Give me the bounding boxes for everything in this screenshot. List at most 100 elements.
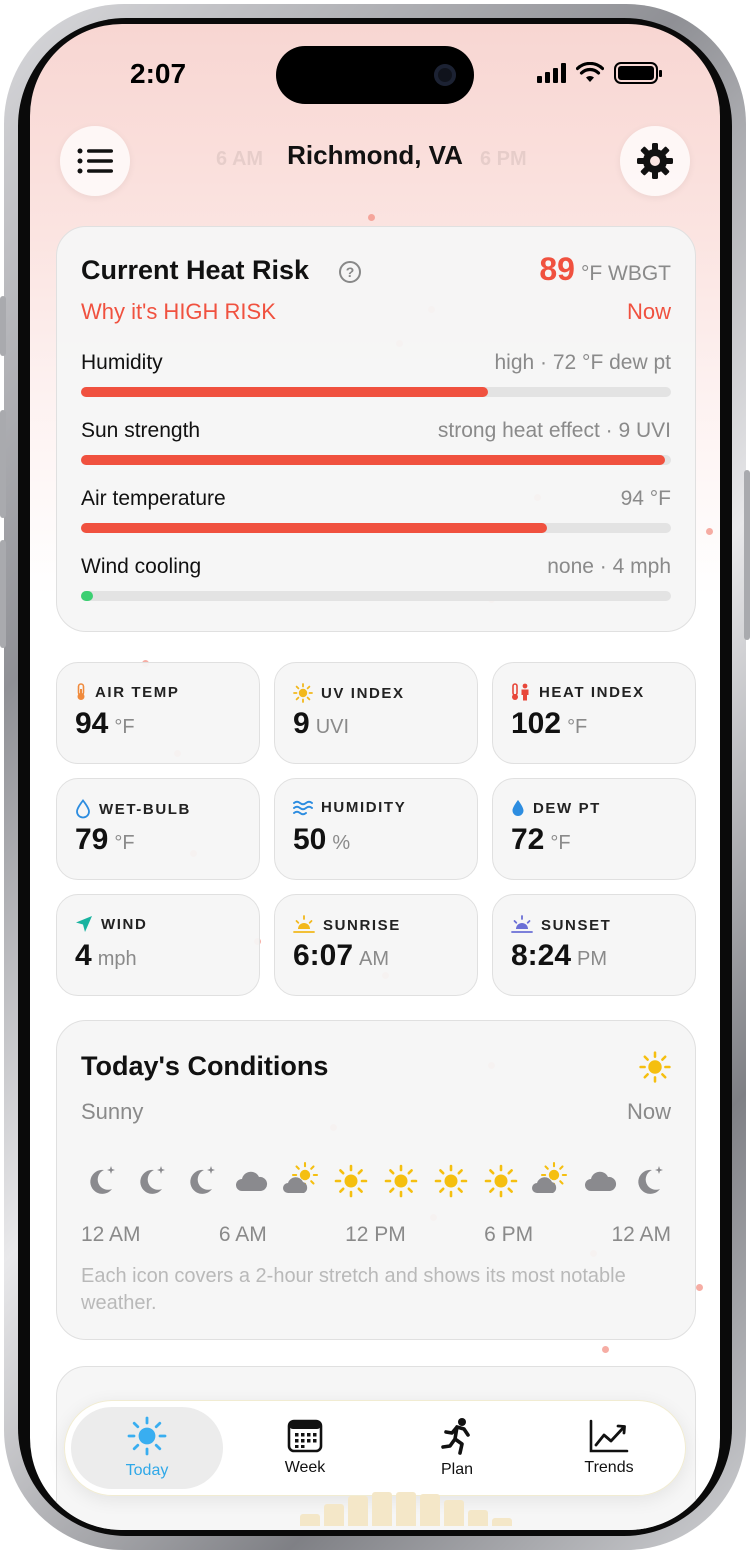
tab-bar: Today Week Plan Trends bbox=[64, 1400, 686, 1496]
tile-label: SUNSET bbox=[541, 916, 612, 934]
status-time: 2:07 bbox=[130, 58, 187, 89]
time-label: 12 AM bbox=[81, 1223, 141, 1246]
background-chart-ghost bbox=[300, 1492, 512, 1526]
metric-tile-humidity[interactable]: HUMIDITY 50% bbox=[274, 778, 478, 880]
heat-risk-card[interactable]: Current Heat Risk ? 89 °F WBGT Why it's … bbox=[56, 226, 696, 632]
dynamic-island bbox=[276, 46, 474, 104]
metric-tile-air-temp[interactable]: AIR TEMP 94 °F bbox=[56, 662, 260, 764]
moon-star-icon bbox=[627, 1161, 673, 1201]
cellular-signal-icon bbox=[537, 63, 566, 83]
sun-icon bbox=[378, 1161, 424, 1201]
sunset-icon bbox=[511, 915, 533, 933]
tab-plan[interactable]: Plan bbox=[381, 1401, 533, 1495]
factor-value: strong heat effect · 9 UVI bbox=[437, 419, 671, 442]
time-label: 12 PM bbox=[345, 1223, 406, 1246]
tab-label: Today bbox=[125, 1462, 169, 1479]
heat-risk-value: 89 °F WBGT bbox=[539, 251, 671, 288]
metric-tile-sunset[interactable]: SUNSET 8:24 PM bbox=[492, 894, 696, 996]
heat-particle bbox=[602, 1346, 609, 1353]
trend-chart-icon bbox=[589, 1419, 629, 1453]
tab-week[interactable]: Week bbox=[229, 1401, 381, 1495]
wbgt-value: 89 bbox=[539, 251, 575, 287]
time-label: 6 AM bbox=[218, 1223, 267, 1246]
tab-label: Trends bbox=[584, 1459, 634, 1476]
factor-sun-strength: Sun strength strong heat effect · 9 UVI bbox=[81, 419, 671, 465]
tile-value: 72 bbox=[511, 823, 545, 856]
sun-icon bbox=[293, 683, 313, 703]
tile-label: WET-BULB bbox=[99, 800, 191, 818]
factor-label: Air temperature bbox=[81, 487, 226, 510]
todays-conditions-card[interactable]: Today's Conditions Sunny Now 12 AM 6 AM … bbox=[56, 1020, 696, 1340]
metric-tile-uv-index[interactable]: UV INDEX 9 UVI bbox=[274, 662, 478, 764]
conditions-summary: Sunny bbox=[81, 1099, 144, 1124]
battery-icon bbox=[614, 62, 662, 84]
tile-label: DEW PT bbox=[533, 799, 601, 817]
gear-icon bbox=[637, 143, 673, 179]
status-icons bbox=[537, 62, 662, 84]
tile-unit: °F bbox=[114, 716, 135, 738]
moon-star-icon bbox=[129, 1161, 175, 1201]
settings-button[interactable] bbox=[620, 126, 690, 196]
humidity-waves-icon bbox=[293, 800, 313, 815]
heat-particle bbox=[706, 528, 713, 535]
factor-bar-fill bbox=[81, 387, 489, 397]
wbgt-unit: °F WBGT bbox=[580, 262, 671, 285]
camera-icon bbox=[434, 64, 456, 86]
risk-reason-link[interactable]: Why it's HIGH RISK bbox=[81, 299, 276, 325]
wifi-icon bbox=[576, 62, 604, 82]
time-label: 12 AM bbox=[611, 1223, 671, 1246]
factor-bar-track bbox=[81, 591, 671, 601]
tab-trends[interactable]: Trends bbox=[533, 1401, 685, 1495]
drop-icon bbox=[512, 800, 524, 816]
runner-icon bbox=[441, 1418, 470, 1455]
power-button bbox=[744, 470, 750, 640]
tile-value: 6:07 bbox=[293, 939, 354, 972]
factor-value: high · 72 °F dew pt bbox=[494, 351, 672, 374]
tile-value: 9 bbox=[293, 707, 310, 740]
time-label: 6 PM bbox=[484, 1223, 534, 1246]
tab-today[interactable]: Today bbox=[71, 1407, 223, 1489]
tile-value: 79 bbox=[75, 823, 109, 856]
factor-value: none · 4 mph bbox=[547, 555, 671, 578]
metric-tile-dew-point[interactable]: DEW PT 72 °F bbox=[492, 778, 696, 880]
tile-value: 50 bbox=[293, 823, 327, 856]
factor-air-temperature: Air temperature 94 °F bbox=[81, 487, 671, 533]
tile-label: HEAT INDEX bbox=[539, 683, 645, 701]
sun-icon bbox=[639, 1051, 671, 1083]
tile-label: SUNRISE bbox=[323, 916, 401, 934]
tile-label: UV INDEX bbox=[321, 684, 405, 702]
help-icon[interactable]: ? bbox=[339, 261, 361, 283]
factor-bar-fill bbox=[81, 455, 666, 465]
conditions-time-label: Now bbox=[626, 1099, 671, 1124]
hourly-time-labels: 12 AM 6 AM 12 PM 6 PM 12 AM bbox=[81, 1223, 671, 1247]
tile-unit: PM bbox=[577, 948, 608, 970]
location-title[interactable]: Richmond, VA bbox=[30, 140, 720, 171]
heat-particle bbox=[696, 1284, 703, 1291]
factor-bar-track bbox=[81, 455, 671, 465]
conditions-note: Each icon covers a 2-hour stretch and sh… bbox=[81, 1265, 626, 1314]
calendar-icon bbox=[287, 1419, 323, 1453]
hourly-icons-row bbox=[79, 1161, 673, 1201]
metric-tile-heat-index[interactable]: HEAT INDEX 102 °F bbox=[492, 662, 696, 764]
tile-unit: °F bbox=[114, 832, 135, 854]
conditions-title: Today's Conditions bbox=[81, 1051, 329, 1081]
app-screen: 2:07 6 AM 6 PM Richmond, VA Current Heat… bbox=[30, 24, 720, 1530]
factor-bar-track bbox=[81, 387, 671, 397]
tile-label: HUMIDITY bbox=[321, 799, 407, 816]
factor-bar-fill bbox=[81, 591, 93, 601]
cloud-icon bbox=[577, 1161, 623, 1201]
tab-label: Week bbox=[284, 1459, 326, 1476]
metric-tile-wind[interactable]: WIND 4 mph bbox=[56, 894, 260, 996]
volume-down-button bbox=[0, 540, 6, 648]
tile-value: 94 bbox=[75, 707, 109, 740]
volume-up-button bbox=[0, 410, 6, 518]
sun-icon bbox=[478, 1161, 524, 1201]
sun-icon bbox=[328, 1161, 374, 1201]
tile-label: WIND bbox=[101, 915, 148, 933]
heat-particle bbox=[368, 214, 375, 221]
tile-unit: °F bbox=[550, 832, 571, 854]
metric-tile-wet-bulb[interactable]: WET-BULB 79 °F bbox=[56, 778, 260, 880]
factor-value: 94 °F bbox=[620, 487, 671, 510]
metric-tile-sunrise[interactable]: SUNRISE 6:07 AM bbox=[274, 894, 478, 996]
moon-star-icon bbox=[179, 1161, 225, 1201]
